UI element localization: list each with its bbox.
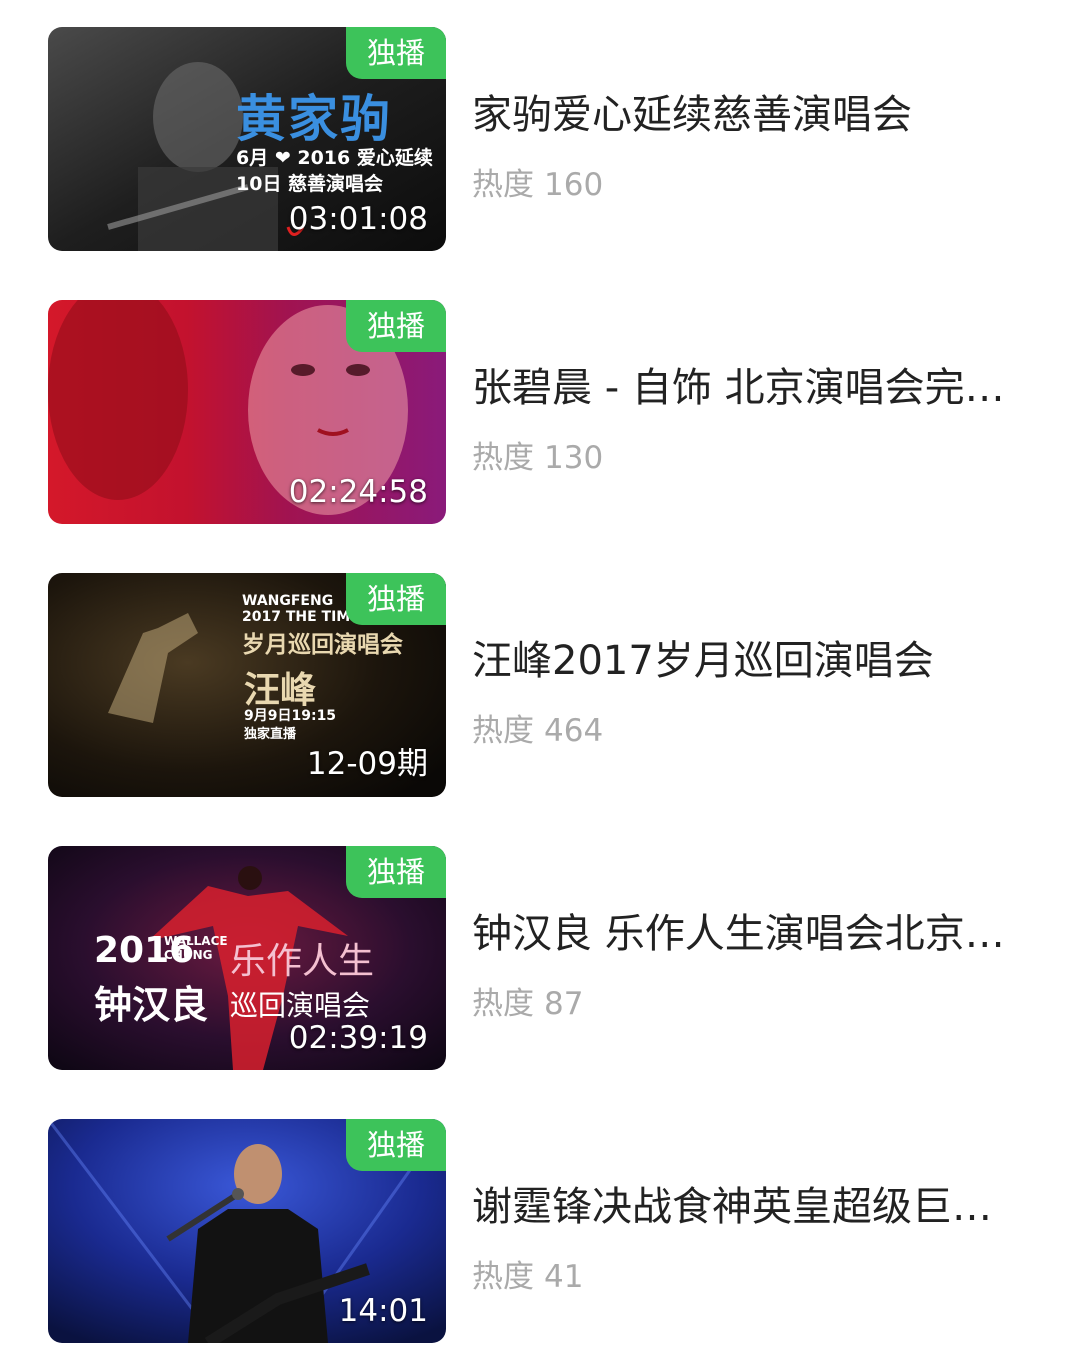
heat-indicator: 热度 464 xyxy=(472,705,603,750)
list-item[interactable]: 黄家驹 6月 ❤ 2016 爱心延续 10日 慈善演唱会 独播 03:01:08… xyxy=(0,27,1080,253)
exclusive-badge: 独播 xyxy=(346,846,446,898)
video-duration: 14:01 xyxy=(338,1293,428,1329)
heat-indicator: 热度 160 xyxy=(472,159,603,204)
video-duration: 02:39:19 xyxy=(288,1020,428,1056)
heat-indicator: 热度 130 xyxy=(472,432,603,477)
poster-subtitle: 10日 慈善演唱会 xyxy=(236,173,384,195)
exclusive-badge: 独播 xyxy=(346,1119,446,1171)
exclusive-badge: 独播 xyxy=(346,300,446,352)
poster-text: 独家直播 xyxy=(244,727,297,742)
list-item[interactable]: 2016 WALLACE CHUNG 乐作人生 钟汉良 巡回演唱会 独播 02:… xyxy=(0,846,1080,1072)
video-episode: 12-09期 xyxy=(306,746,428,782)
heat-label: 热度 xyxy=(472,713,534,749)
video-thumbnail[interactable]: 黄家驹 6月 ❤ 2016 爱心延续 10日 慈善演唱会 独播 03:01:08 xyxy=(48,27,446,251)
poster-title: 钟汉良 xyxy=(94,983,209,1027)
poster-text: 巡回演唱会 xyxy=(230,989,371,1022)
heat-indicator: 热度 87 xyxy=(472,978,583,1023)
video-thumbnail[interactable]: 2016 WALLACE CHUNG 乐作人生 钟汉良 巡回演唱会 独播 02:… xyxy=(48,846,446,1070)
heat-value: 130 xyxy=(544,440,604,476)
poster-text: 2017 THE TIME xyxy=(242,609,360,625)
list-item[interactable]: 独播 14:01 谢霆锋决战食神英皇超级巨… 热度 41 xyxy=(0,1119,1080,1345)
poster-subtitle: 6月 ❤ 2016 爱心延续 xyxy=(236,147,433,169)
video-title[interactable]: 张碧晨 - 自饰 北京演唱会完… xyxy=(472,355,1068,413)
video-thumbnail[interactable]: 独播 14:01 xyxy=(48,1119,446,1343)
list-item[interactable]: 独播 02:24:58 张碧晨 - 自饰 北京演唱会完… 热度 130 xyxy=(0,300,1080,526)
heat-label: 热度 xyxy=(472,986,534,1022)
video-duration: 02:24:58 xyxy=(288,474,428,510)
heat-value: 87 xyxy=(544,986,584,1022)
video-thumbnail[interactable]: WANGFENG 2017 THE TIME 岁月巡回演唱会 汪峰 9月9日19… xyxy=(48,573,446,797)
exclusive-badge: 独播 xyxy=(346,573,446,625)
list-item[interactable]: WANGFENG 2017 THE TIME 岁月巡回演唱会 汪峰 9月9日19… xyxy=(0,573,1080,799)
poster-text: WALLACE CHUNG xyxy=(164,934,228,962)
poster-text: 9月9日19:15 xyxy=(244,708,337,724)
exclusive-badge: 独播 xyxy=(346,27,446,79)
video-thumbnail[interactable]: 独播 02:24:58 xyxy=(48,300,446,524)
video-title[interactable]: 谢霆锋决战食神英皇超级巨… xyxy=(472,1174,1068,1232)
heat-value: 464 xyxy=(544,713,604,749)
heat-label: 热度 xyxy=(472,167,534,203)
poster-title: 黄家驹 xyxy=(236,90,392,148)
heat-value: 160 xyxy=(544,167,604,203)
poster-text: 乐作人生 xyxy=(230,941,375,982)
heat-label: 热度 xyxy=(472,1259,534,1295)
video-title[interactable]: 家驹爱心延续慈善演唱会 xyxy=(472,82,1068,140)
video-title[interactable]: 钟汉良 乐作人生演唱会北京… xyxy=(472,901,1068,959)
poster-text: 岁月巡回演唱会 xyxy=(242,632,403,658)
heat-label: 热度 xyxy=(472,440,534,476)
video-title[interactable]: 汪峰2017岁月巡回演唱会 xyxy=(472,628,1068,686)
heat-value: 41 xyxy=(544,1259,584,1295)
poster-text: WANGFENG xyxy=(242,593,334,609)
heat-indicator: 热度 41 xyxy=(472,1251,583,1296)
video-duration: 03:01:08 xyxy=(288,201,428,237)
